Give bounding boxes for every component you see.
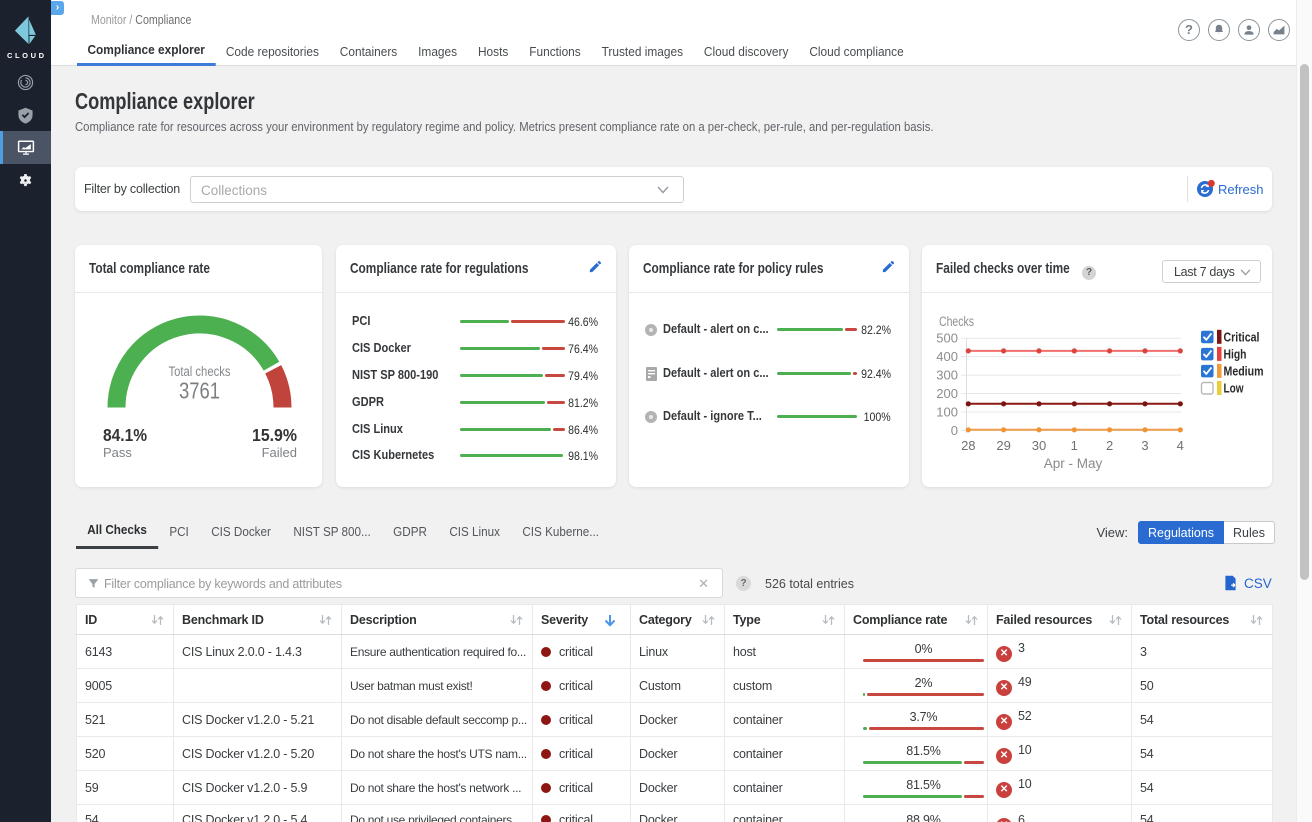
svg-text:3761: 3761 [179, 378, 220, 404]
svg-text:400: 400 [936, 349, 958, 364]
svg-text:3: 3 [1141, 438, 1148, 453]
svg-text:Medium: Medium [1224, 365, 1264, 379]
svg-text:200: 200 [936, 386, 958, 401]
svg-text:4: 4 [1177, 438, 1184, 453]
svg-text:High: High [1224, 348, 1247, 362]
svg-text:Apr - May: Apr - May [1044, 456, 1103, 471]
svg-text:0: 0 [951, 423, 958, 438]
svg-text:15.9%: 15.9% [252, 425, 297, 445]
svg-text:30: 30 [1032, 438, 1046, 453]
svg-text:300: 300 [936, 368, 958, 383]
svg-text:100: 100 [936, 405, 958, 420]
svg-text:2: 2 [1106, 438, 1113, 453]
svg-text:28: 28 [961, 438, 975, 453]
svg-text:1: 1 [1071, 438, 1078, 453]
svg-text:500: 500 [936, 331, 958, 346]
svg-text:29: 29 [996, 438, 1010, 453]
svg-text:Checks: Checks [939, 314, 974, 329]
svg-text:Low: Low [1224, 382, 1244, 396]
svg-text:84.1%: 84.1% [103, 425, 147, 445]
svg-text:Critical: Critical [1224, 330, 1260, 344]
